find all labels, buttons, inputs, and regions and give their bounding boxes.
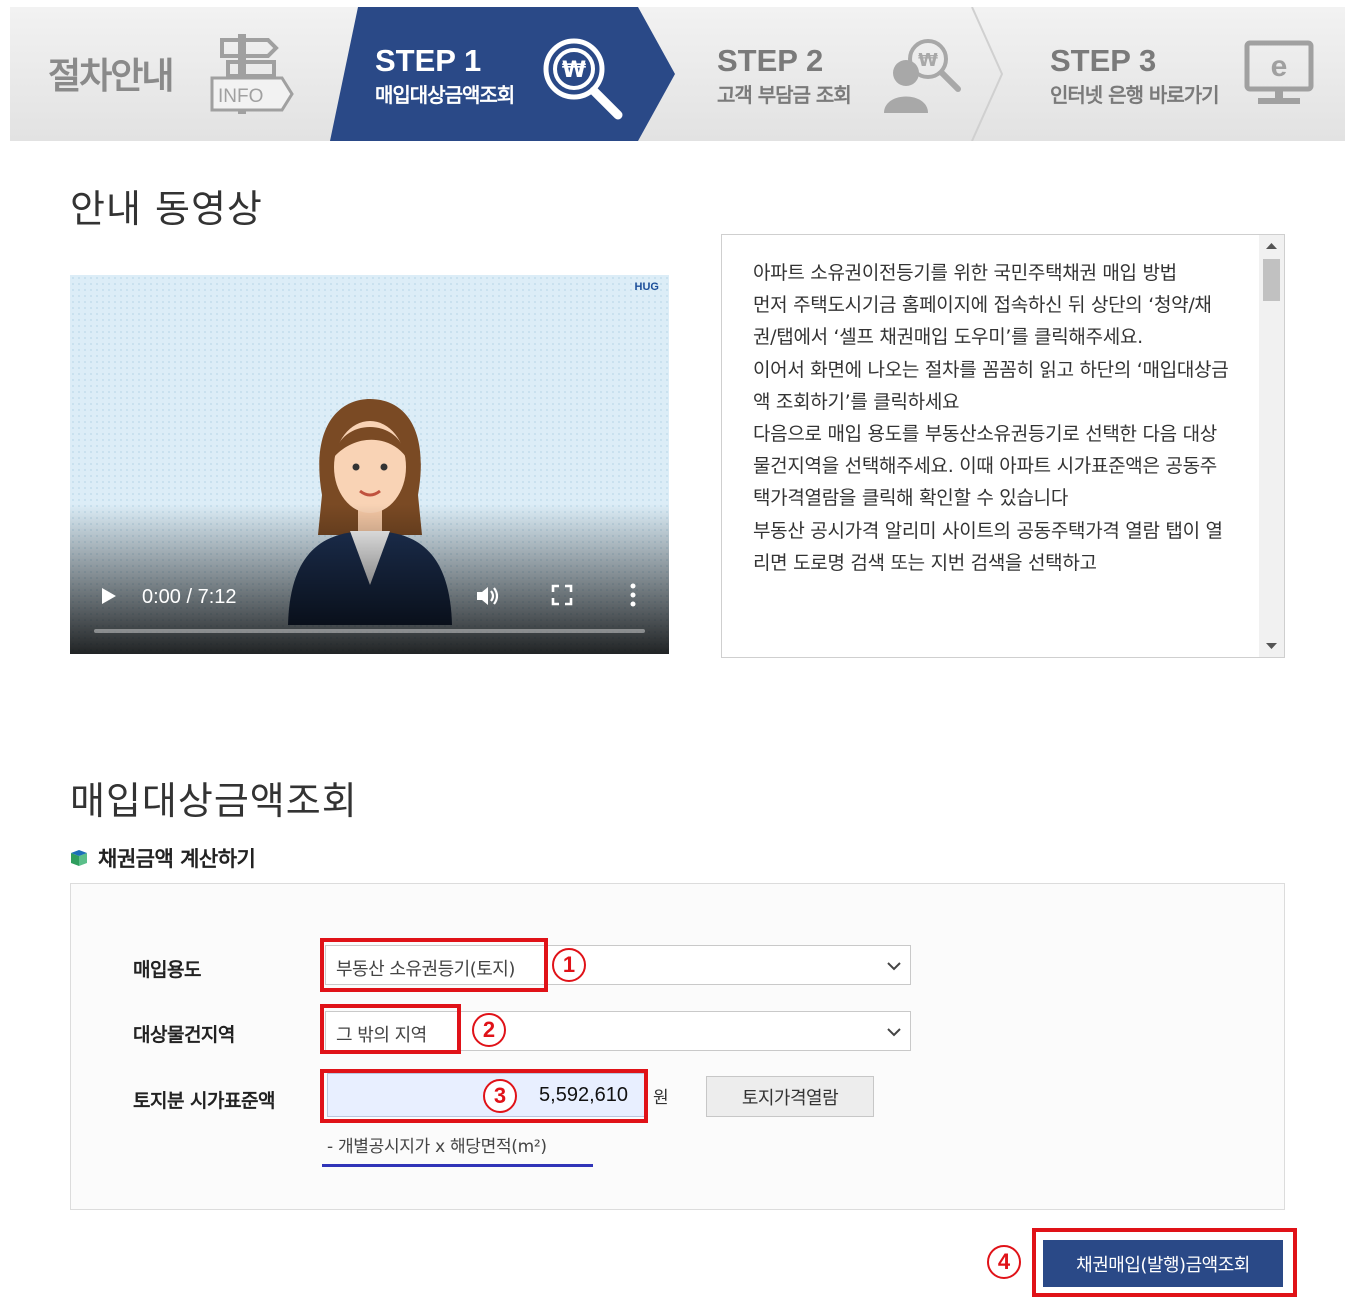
bond-calc-form: 매입용도 부동산 소유권등기(토지) 대상물건지역 그 밖의 지역 토지분 시가… [70, 883, 1285, 1210]
formula-underline [322, 1164, 593, 1167]
guide-video-player[interactable]: HUG 0:00 / 7:12 [70, 275, 669, 654]
video-transcript-box[interactable]: 아파트 소유권이전등기를 위한 국민주택채권 매입 방법 먼저 주택도시기금 홈… [721, 234, 1285, 658]
info-signpost-icon: INFO [210, 34, 294, 114]
purpose-select[interactable]: 부동산 소유권등기(토지) [325, 945, 911, 985]
region-select[interactable]: 그 밖의 지역 [325, 1011, 911, 1051]
scroll-down-arrow-icon[interactable] [1259, 635, 1284, 657]
marker-4: 4 [987, 1245, 1021, 1279]
bond-amount-query-button[interactable]: 채권매입(발행)금액조회 [1043, 1240, 1283, 1287]
step-divider-chevron [971, 7, 1004, 141]
svg-text:₩: ₩ [562, 58, 586, 83]
step-intro-title: 절차안내 [48, 56, 174, 97]
volume-icon[interactable] [475, 584, 501, 608]
transcript-text: 아파트 소유권이전등기를 위한 국민주택채권 매입 방법 먼저 주택도시기금 홈… [753, 257, 1233, 579]
marker-2: 2 [472, 1013, 506, 1047]
customer-won-icon: ₩ [884, 39, 961, 113]
scroll-thumb[interactable] [1263, 259, 1280, 301]
svg-text:e: e [1271, 50, 1288, 83]
step3-subtitle: 인터넷 은행 바로가기 [1050, 83, 1220, 107]
video-progress-bar[interactable] [94, 629, 645, 633]
more-options-icon[interactable] [622, 582, 644, 608]
transcript-paragraph: 다음으로 매입 용도를 부동산소유권등기로 선택한 다음 대상물건지역을 선택해… [753, 423, 1217, 510]
step3-title: STEP 3 [1050, 43, 1157, 78]
marker-1: 1 [552, 948, 586, 982]
calc-section-title: 매입대상금액조회 [70, 779, 358, 823]
won-magnifier-icon: ₩ [543, 38, 623, 120]
hug-logo: HUG [634, 281, 659, 293]
transcript-scrollbar[interactable] [1259, 235, 1284, 657]
transcript-paragraph: 먼저 주택도시기금 홈페이지에 접속하신 뒤 상단의 ‘청약/채권/탭에서 ‘셀… [753, 294, 1212, 349]
region-select-value: 그 밖의 지역 [336, 1025, 427, 1046]
book-bullet-icon [71, 850, 87, 866]
price-label: 토지분 시가표준액 [133, 1090, 275, 1112]
transcript-paragraph: 이어서 화면에 나오는 절차를 꼼꼼히 읽고 하단의 ‘매입대상금액 조회하기’… [753, 358, 1229, 413]
step1-title: STEP 1 [375, 43, 482, 78]
step-navigation: 절차안내 INFO STEP 1 매입대상금액조회 ₩ STEP 2 고객 부담… [10, 7, 1345, 141]
video-section-title: 안내 동영상 [70, 187, 263, 231]
marker-3: 3 [483, 1079, 517, 1113]
region-label: 대상물건지역 [133, 1024, 235, 1046]
play-icon[interactable] [100, 587, 118, 605]
purpose-select-value: 부동산 소유권등기(토지) [336, 959, 515, 980]
step-intro[interactable]: 절차안내 INFO [10, 7, 330, 141]
price-formula-note: - 개별공시지가 x 해당면적(m²) [327, 1137, 547, 1157]
price-unit: 원 [653, 1088, 669, 1108]
video-time: 0:00 / 7:12 [142, 586, 237, 608]
svg-text:INFO: INFO [218, 86, 263, 107]
transcript-paragraph: 아파트 소유권이전등기를 위한 국민주택채권 매입 방법 [753, 262, 1177, 284]
chevron-down-icon [887, 1028, 901, 1037]
scroll-up-arrow-icon[interactable] [1259, 235, 1284, 257]
land-price-lookup-button[interactable]: 토지가격열람 [706, 1076, 874, 1117]
purpose-label: 매입용도 [133, 959, 201, 981]
step1-subtitle: 매입대상금액조회 [375, 83, 515, 107]
chevron-down-icon [887, 962, 901, 971]
internet-banking-monitor-icon: e [1244, 40, 1314, 104]
calc-subtitle: 채권금액 계산하기 [70, 843, 256, 873]
transcript-paragraph: 부동산 공시가격 알리미 사이트의 공동주택가격 열람 탭이 열리면 도로명 검… [753, 519, 1223, 574]
fullscreen-icon[interactable] [551, 584, 573, 606]
step2-subtitle: 고객 부담금 조회 [717, 83, 852, 107]
step2-title: STEP 2 [717, 43, 824, 78]
calc-subtitle-text: 채권금액 계산하기 [98, 847, 256, 871]
svg-text:₩: ₩ [918, 50, 938, 71]
video-controls: 0:00 / 7:12 [70, 564, 669, 654]
